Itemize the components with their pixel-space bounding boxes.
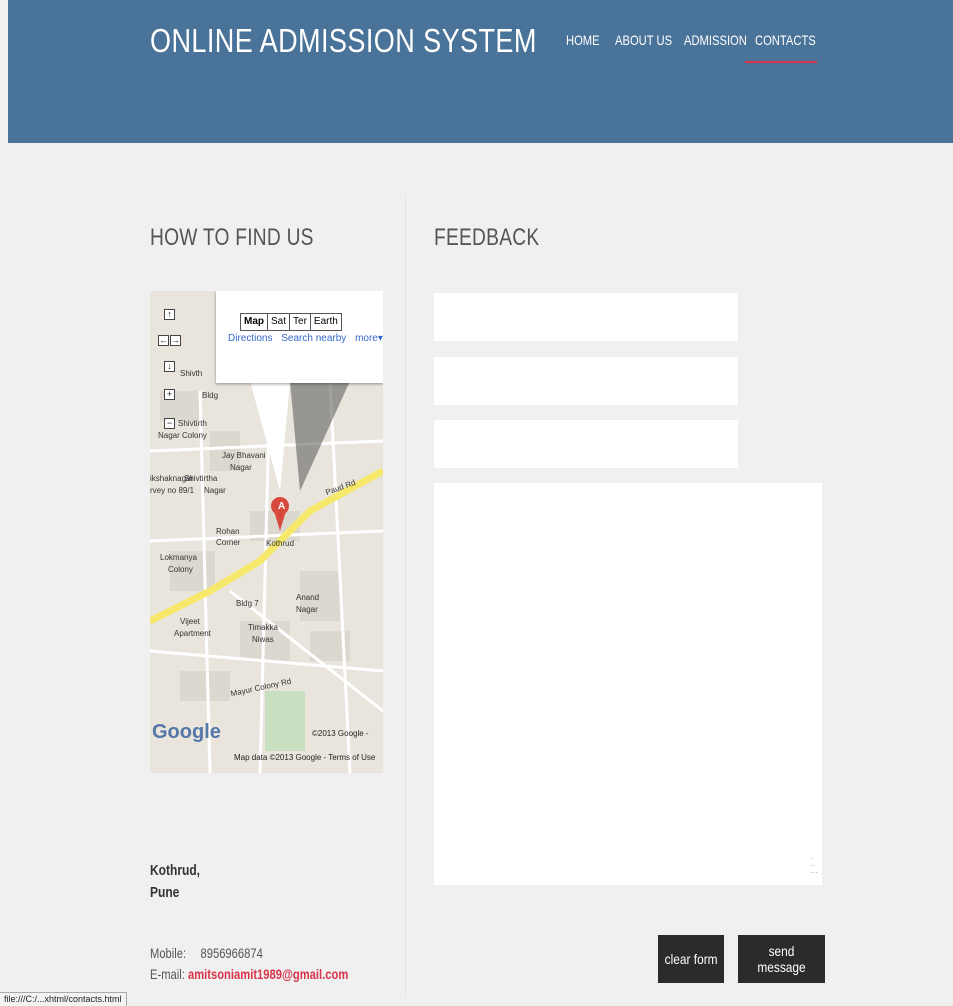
location-map[interactable]: A Map Sat Ter Earth Directions Search ne… <box>150 291 383 773</box>
map-marker-label: A <box>278 501 286 512</box>
map-label: Jay Bhavani <box>222 451 266 460</box>
phone-field[interactable] <box>434 420 738 468</box>
map-type-ter[interactable]: Ter <box>289 313 311 331</box>
email-link[interactable]: amitsoniamit1989@gmail.com <box>188 966 348 982</box>
map-label: Nagar <box>230 463 252 472</box>
find-us-heading: HOW TO FIND US <box>150 224 314 251</box>
map-label: Anand <box>296 593 320 602</box>
map-type-sat[interactable]: Sat <box>267 313 291 331</box>
main-nav: HOME ABOUT US ADMISSION CONTACTS <box>0 32 953 72</box>
map-label: Nagar Colony <box>158 431 207 440</box>
map-directions-link[interactable]: Directions <box>228 333 272 344</box>
map-links: Directions Search nearby more▾ <box>228 333 383 344</box>
send-message-label: send message <box>757 943 806 975</box>
mobile-label: Mobile: <box>150 945 187 961</box>
map-label: Kothrud <box>266 539 295 548</box>
mobile-value: 8956966874 <box>200 945 263 961</box>
browser-status-bar: file:///C:/...xhtml/contacts.html <box>0 992 127 1006</box>
map-label: Niwas <box>252 635 274 644</box>
clear-form-label: clear form <box>664 951 718 967</box>
email-label: E-mail: <box>150 966 185 982</box>
map-info-popup: Map Sat Ter Earth Directions Search near… <box>216 291 383 383</box>
email-line: E-mail: amitsoniamit1989@gmail.com <box>150 966 348 982</box>
map-label: Lokmanya <box>160 553 197 562</box>
address-line-2: Pune <box>150 884 180 901</box>
feedback-heading: FEEDBACK <box>434 224 540 251</box>
map-label: Vijeet <box>180 617 200 626</box>
map-type-map[interactable]: Map <box>240 313 268 331</box>
column-divider <box>405 196 406 996</box>
pan-left-icon[interactable]: ← <box>158 335 169 346</box>
address: Kothrud, Pune <box>150 860 200 904</box>
map-label: Nagar <box>204 486 226 495</box>
map-type-earth[interactable]: Earth <box>309 313 342 331</box>
map-label: Timakka <box>248 623 278 632</box>
map-label: Bldg <box>202 391 219 400</box>
map-copyright: ©2013 Google - <box>312 729 369 738</box>
map-data-notice[interactable]: Map data ©2013 Google - Terms of Use <box>234 753 375 762</box>
pan-right-icon[interactable]: → <box>170 335 181 346</box>
nav-admission[interactable]: ADMISSION <box>684 32 747 48</box>
nav-contacts[interactable]: CONTACTS <box>755 32 816 48</box>
map-label: Apartment <box>174 629 211 638</box>
name-field[interactable] <box>434 293 738 341</box>
map-label: Rohan <box>216 527 240 536</box>
map-label: Shivth <box>180 369 203 378</box>
map-type-bar: Map Sat Ter Earth <box>240 313 342 331</box>
zoom-out-icon[interactable]: − <box>164 418 175 429</box>
map-label: Colony <box>168 565 193 574</box>
map-label: ikshaknagar <box>150 474 194 483</box>
map-label: Nagar <box>296 605 318 614</box>
pan-down-icon[interactable]: ↓ <box>164 361 175 372</box>
map-label: rvey no 89/1 <box>150 486 195 495</box>
email-field[interactable] <box>434 357 738 405</box>
resize-grip-icon[interactable]: · ·· ··· <box>810 855 818 877</box>
map-label: Shivtirth <box>178 419 207 428</box>
nav-about-us[interactable]: ABOUT US <box>615 32 672 48</box>
mobile-line: Mobile: 8956966874 <box>150 945 263 961</box>
map-more-link[interactable]: more▾ <box>355 333 383 344</box>
nav-home[interactable]: HOME <box>566 32 600 48</box>
google-logo[interactable]: Google <box>152 721 221 744</box>
active-nav-indicator <box>745 61 817 63</box>
map-label: Bldg 7 <box>236 599 259 608</box>
zoom-in-icon[interactable]: + <box>164 389 175 400</box>
clear-form-button[interactable]: clear form <box>658 935 724 983</box>
map-label: Corner <box>216 538 241 547</box>
message-textarea[interactable] <box>434 483 822 885</box>
send-message-button[interactable]: send message <box>738 935 825 983</box>
pan-up-icon[interactable]: ↑ <box>164 309 175 320</box>
map-search-nearby-link[interactable]: Search nearby <box>281 333 346 344</box>
address-line-1: Kothrud, <box>150 862 200 879</box>
